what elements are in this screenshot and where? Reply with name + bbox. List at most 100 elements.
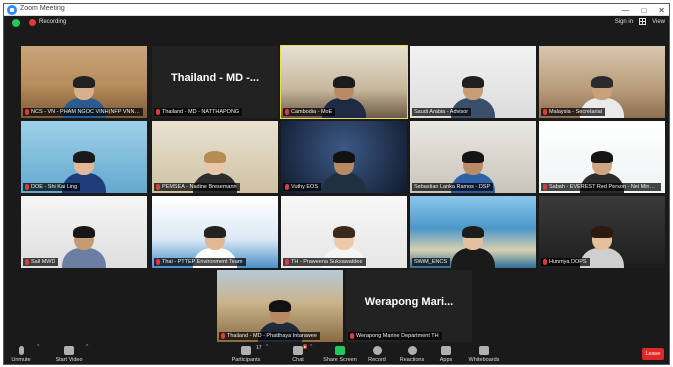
participant-name: Sabah - EVEREST Red Person - Nei Ming Le… [549,184,658,190]
meeting-toolbar: Unmute ^ Start Video ^ Participants 17 ^… [4,342,669,364]
video-tile[interactable]: Hunmya DOPS [539,196,665,268]
share-screen-icon [335,346,345,355]
top-right-controls: Sign in View [615,18,665,25]
video-tile[interactable]: Vuthy EOS [281,121,407,193]
participant-silhouette [62,226,106,268]
microphone-muted-icon [543,109,547,115]
whiteboard-icon [479,346,489,355]
participant-name-tag: Sebastian Lanka Ramos - DSP [412,183,494,191]
video-tile[interactable]: Saudi Arabia - Advisor [410,46,536,118]
reactions-button[interactable]: Reactions [396,346,428,363]
whiteboards-button[interactable]: Whiteboards [466,346,502,363]
recording-dot-icon [29,19,36,26]
view-button[interactable]: View [652,19,665,25]
video-tile[interactable]: Thai - PTTEP Environment Team [152,196,278,268]
participant-name-tag: Cambodia - MoE [283,108,336,116]
participants-icon [241,346,251,355]
microphone-muted-icon [25,184,29,190]
participant-name-tag: SWiM_ENCS [412,258,451,266]
zoom-meeting-window: Zoom Meeting — □ ✕ Recording Sign in Vie… [3,3,670,365]
microphone-muted-icon [350,333,354,339]
participant-name: SWiM_ENCS [414,259,448,265]
close-button[interactable]: ✕ [658,6,665,15]
zoom-app-icon [7,5,17,15]
minimize-button[interactable]: — [621,6,629,15]
video-tile[interactable]: PEMSEA - Nadine Bresemann [152,121,278,193]
microphone-muted-icon [156,184,160,190]
microphone-muted-icon [156,259,160,265]
participant-name: Thailand - MD - NATTHAPONG [162,109,240,115]
video-tile[interactable]: Sail MWD [21,196,147,268]
chat-button[interactable]: ● Chat [288,344,308,363]
start-video-button[interactable]: Start Video [52,346,86,363]
microphone-muted-icon [543,184,547,190]
apps-icon [441,346,451,355]
video-tile[interactable]: Thailand - MD - Phatthaya Intarawee [217,270,343,342]
microphone-muted-icon [25,259,29,265]
video-tile[interactable]: TH - Praweena Suksawatdee [281,196,407,268]
participant-display-name: Werapong Mari... [364,296,454,308]
participant-name-tag: Thai - PTTEP Environment Team [154,258,246,266]
reactions-label: Reactions [399,357,425,363]
participant-name: Saudi Arabia - Advisor [414,109,469,115]
unmute-label: Unmute [11,357,31,363]
participant-name-tag: TH - Praweena Suksawatdee [283,258,366,266]
participants-label: Participants [231,357,261,363]
participant-name: PEMSEA - Nadine Bresemann [162,184,237,190]
chat-caret-icon[interactable]: ^ [310,344,312,350]
video-tile[interactable]: DOE - Shi Kai Ling [21,121,147,193]
video-camera-icon [64,346,74,355]
participants-count: 17 [256,345,262,351]
window-controls: — □ ✕ [621,4,665,16]
participant-name-tag: Hunmya DOPS [541,258,590,266]
participant-name: Werapong Marine Department TH [356,333,439,339]
participant-name: NCS - VN - PHAM NGOC VINH(NFP VNN-CS) [31,109,140,115]
smiley-icon [407,346,417,355]
start-video-label: Start Video [55,357,83,363]
participant-name-tag: PEMSEA - Nadine Bresemann [154,183,240,191]
participant-silhouette [322,151,366,193]
unmute-button[interactable]: Unmute [10,346,32,363]
chat-unread-badge: ● [302,344,307,349]
video-tile[interactable]: NCS - VN - PHAM NGOC VINH(NFP VNN-CS) [21,46,147,118]
participant-name-tag: Thailand - MD - NATTHAPONG [154,108,243,116]
encryption-shield-icon[interactable] [12,19,20,27]
participant-name: TH - Praweena Suksawatdee [291,259,363,265]
video-tile[interactable]: Thailand - MD -... Thailand - MD - NATTHA… [152,46,278,118]
participant-name: DOE - Shi Kai Ling [31,184,78,190]
video-tile[interactable]: Werapong Mari... Werapong Marine Departme… [346,270,472,342]
title-bar: Zoom Meeting — □ ✕ [4,4,669,16]
video-tile[interactable]: Malaysia - Secretariat [539,46,665,118]
signin-link[interactable]: Sign in [615,19,633,25]
participant-name-tag: Sabah - EVEREST Red Person - Nei Ming Le… [541,183,661,191]
chat-label: Chat [292,357,304,363]
recording-label[interactable]: Recording [39,19,66,25]
record-button[interactable]: Record [364,346,390,363]
maximize-button[interactable]: □ [641,6,646,15]
participant-name: Thai - PTTEP Environment Team [162,259,243,265]
video-tile[interactable]: Sabah - EVEREST Red Person - Nei Ming Le… [539,121,665,193]
apps-button[interactable]: Apps [434,346,458,363]
video-tile[interactable]: Cambodia - MoE [280,45,408,119]
microphone-muted-icon [18,346,24,355]
participant-name: Sail MWD [31,259,56,265]
meeting-status-bar: Recording Sign in View [4,16,669,30]
gallery-view-icon[interactable] [639,18,647,25]
microphone-muted-icon [285,109,289,115]
audio-options-caret-icon[interactable]: ^ [37,344,39,350]
share-screen-button[interactable]: Share Screen [322,346,358,363]
microphone-muted-icon [221,333,225,339]
participant-name-tag: Malaysia - Secretariat [541,108,606,116]
participant-name-tag: NCS - VN - PHAM NGOC VINH(NFP VNN-CS) [23,108,143,116]
participant-name-tag: Saudi Arabia - Advisor [412,108,472,116]
share-screen-label: Share Screen [323,357,357,363]
video-tile[interactable]: Sebastian Lanka Ramos - DSP [410,121,536,193]
microphone-muted-icon [543,259,547,265]
participant-name-tag: DOE - Shi Kai Ling [23,183,81,191]
participants-caret-icon[interactable]: ^ [266,344,268,350]
chat-icon: ● [293,344,307,355]
participant-name-tag: Vuthy EOS [283,183,322,191]
video-options-caret-icon[interactable]: ^ [86,344,88,350]
video-tile[interactable]: SWiM_ENCS [410,196,536,268]
leave-button[interactable]: Leave [642,348,664,360]
